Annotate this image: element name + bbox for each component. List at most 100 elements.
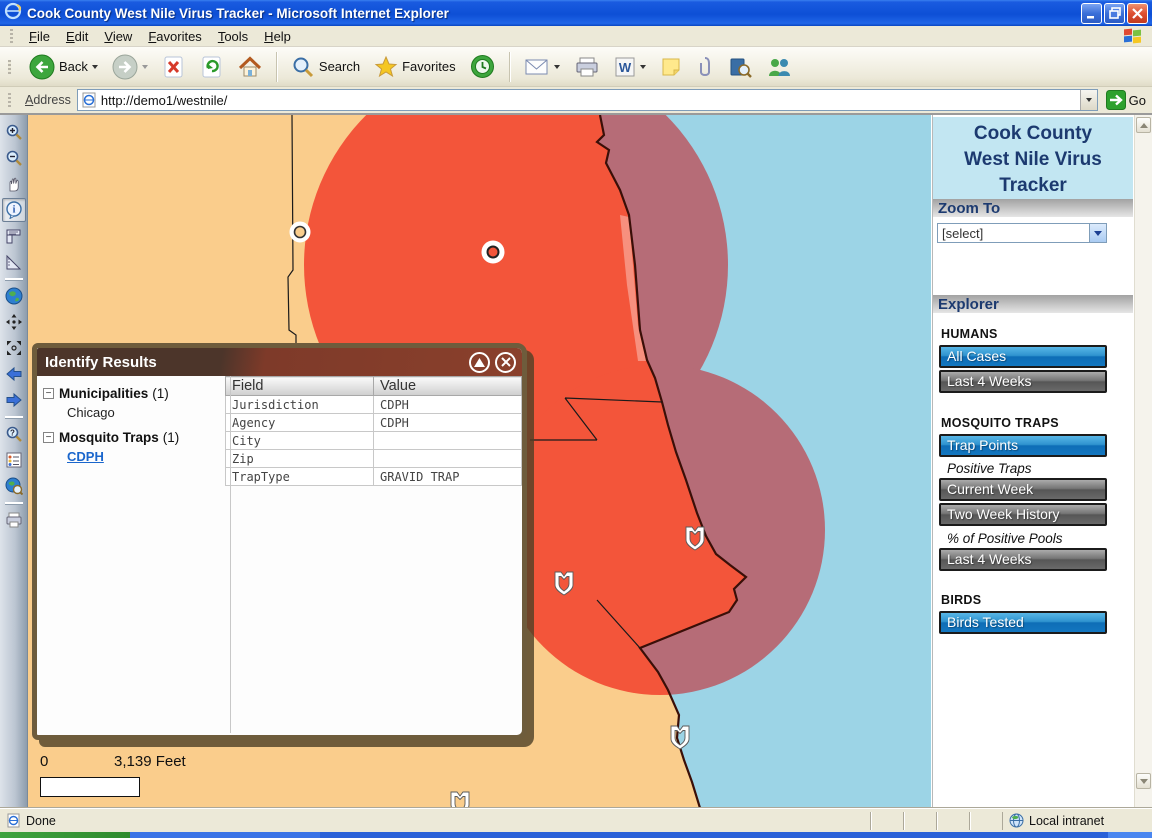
explorer-button-birds-tested[interactable]: Birds Tested — [939, 611, 1107, 634]
identify-results-header[interactable]: Identify Results — [37, 348, 522, 376]
table-row: Zip — [226, 450, 522, 468]
select-dropdown-button[interactable] — [1089, 224, 1106, 242]
search-button[interactable]: Search — [287, 53, 364, 81]
toolbar-separator — [276, 52, 277, 82]
tool-separator — [5, 416, 23, 418]
taskbar-tray-edge — [1108, 832, 1152, 838]
title-bar: Cook County West Nile Virus Tracker - Mi… — [0, 0, 1152, 26]
tool-measure-button[interactable] — [2, 224, 26, 248]
forward-dropdown-caret[interactable] — [142, 65, 148, 69]
security-zone: Local intranet — [1002, 812, 1152, 830]
ie-toolbar: Back Search Favorites W — [0, 47, 1152, 87]
refresh-button[interactable] — [196, 53, 228, 81]
favorites-star-icon — [374, 55, 398, 79]
edit-with-word-button[interactable]: W — [610, 54, 650, 80]
stop-button[interactable] — [158, 53, 190, 81]
tool-forward-extent-button[interactable] — [2, 388, 26, 412]
popup-close-button[interactable] — [495, 352, 516, 373]
tool-zoom-box-button[interactable] — [2, 336, 26, 360]
tool-full-extent-button[interactable] — [2, 284, 26, 308]
tool-pan-button[interactable] — [2, 172, 26, 196]
minimize-button[interactable] — [1081, 3, 1102, 24]
back-icon — [29, 54, 55, 80]
triangle-up-icon — [1140, 123, 1148, 128]
page-ie-icon — [6, 813, 21, 828]
scroll-up-button[interactable] — [1136, 117, 1151, 133]
scale-zero-label: 0 — [40, 753, 48, 770]
menu-help[interactable]: Help — [256, 27, 299, 46]
side-panel: Cook County West Nile Virus Tracker Zoom… — [932, 115, 1134, 808]
collapse-minus-icon[interactable] — [43, 388, 54, 399]
tool-measure-area-button[interactable] — [2, 250, 26, 274]
address-input[interactable]: http://demo1/westnile/ — [77, 89, 1098, 111]
go-button[interactable]: Go — [1104, 89, 1152, 111]
tool-pan-arrows-button[interactable] — [2, 310, 26, 334]
scroll-down-button[interactable] — [1136, 773, 1151, 789]
tree-group-mosquito-traps[interactable]: Mosquito Traps (1) — [43, 430, 221, 445]
go-icon — [1106, 90, 1126, 110]
explorer-button-humans-last-4-weeks[interactable]: Last 4 Weeks — [939, 370, 1107, 393]
tool-zoom-out-button[interactable] — [2, 146, 26, 170]
tool-separator — [5, 502, 23, 504]
tool-legend-button[interactable] — [2, 448, 26, 472]
status-cell — [870, 812, 903, 830]
map-viewport[interactable]: 0 3,139 Feet Identify Results Municipali… — [28, 115, 931, 808]
zoom-to-select[interactable]: [select] — [937, 223, 1107, 243]
forward-icon — [112, 54, 138, 80]
home-icon — [238, 55, 262, 79]
menu-file[interactable]: File — [21, 27, 58, 46]
explorer-button-two-week-history[interactable]: Two Week History — [939, 503, 1107, 526]
explorer-button-all-cases[interactable]: All Cases — [939, 345, 1107, 368]
forward-button[interactable] — [108, 52, 152, 82]
menu-tools[interactable]: Tools — [210, 27, 256, 46]
zone-text: Local intranet — [1029, 814, 1104, 828]
windows-flag-icon — [1124, 28, 1144, 44]
address-dropdown-button[interactable] — [1080, 90, 1097, 110]
app-title-box: Cook County West Nile Virus Tracker — [933, 117, 1133, 199]
tree-link-cdph[interactable]: CDPH — [67, 449, 104, 464]
home-button[interactable] — [234, 53, 266, 81]
table-row: TrapTypeGRAVID TRAP — [226, 468, 522, 486]
tool-overview-map-button[interactable] — [2, 474, 26, 498]
messenger-button[interactable] — [762, 54, 796, 80]
tree-group-municipalities[interactable]: Municipalities (1) — [43, 386, 221, 401]
tool-zoom-in-button[interactable] — [2, 120, 26, 144]
tool-print-button[interactable] — [2, 508, 26, 532]
tool-back-extent-button[interactable] — [2, 362, 26, 386]
research-button[interactable] — [724, 53, 756, 81]
restore-button[interactable] — [1104, 3, 1125, 24]
tool-identify-button[interactable]: i — [2, 198, 26, 222]
back-dropdown-caret[interactable] — [92, 65, 98, 69]
tree-item-chicago[interactable]: Chicago — [43, 405, 221, 420]
close-x-icon — [501, 357, 511, 367]
identify-results-grid: Field Value JurisdictionCDPH AgencyCDPH … — [225, 376, 522, 733]
notes-button[interactable] — [656, 54, 686, 80]
attach-button[interactable] — [692, 53, 718, 81]
tool-find-button[interactable]: ? — [2, 422, 26, 446]
collapse-minus-icon[interactable] — [43, 432, 54, 443]
explorer-button-traps-last-4-weeks[interactable]: Last 4 Weeks — [939, 548, 1107, 571]
mail-dropdown-caret[interactable] — [554, 65, 560, 69]
menu-edit[interactable]: Edit — [58, 27, 96, 46]
toolbar-grip — [10, 29, 13, 43]
explorer-header: Explorer — [933, 295, 1133, 314]
stop-icon — [162, 55, 186, 79]
favorites-button[interactable]: Favorites — [370, 53, 459, 81]
menu-view[interactable]: View — [96, 27, 140, 46]
close-button[interactable] — [1127, 3, 1148, 24]
explorer-button-trap-points[interactable]: Trap Points — [939, 434, 1107, 457]
history-button[interactable] — [466, 52, 499, 81]
dropdown-caret-icon — [1086, 98, 1092, 102]
paperclip-icon — [696, 55, 714, 79]
window-title: Cook County West Nile Virus Tracker - Mi… — [27, 6, 449, 21]
menu-bar: File Edit View Favorites Tools Help — [0, 26, 1152, 47]
collapse-button[interactable] — [469, 352, 490, 373]
menu-favorites[interactable]: Favorites — [140, 27, 209, 46]
explorer-button-current-week[interactable]: Current Week — [939, 478, 1107, 501]
taskbar-segment — [130, 832, 320, 838]
print-button[interactable] — [570, 53, 604, 81]
word-dropdown-caret[interactable] — [640, 65, 646, 69]
mail-button[interactable] — [520, 54, 564, 80]
back-button[interactable]: Back — [25, 52, 102, 82]
page-scrollbar[interactable] — [1134, 115, 1152, 808]
